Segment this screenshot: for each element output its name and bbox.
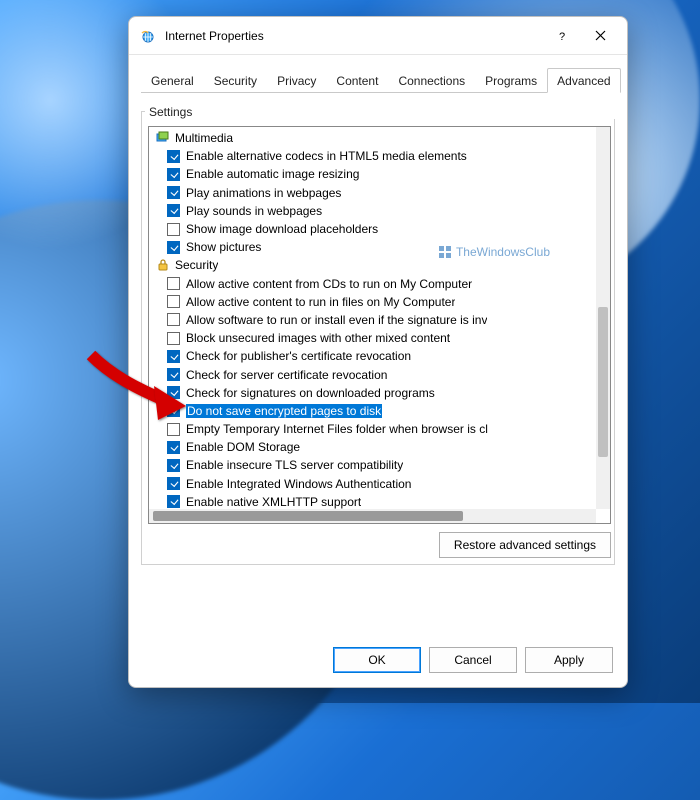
tree-item[interactable]: Check for server certificate revocation xyxy=(149,365,610,383)
tree-item-label: Allow software to run or install even if… xyxy=(186,313,487,327)
tree-item-label: Empty Temporary Internet Files folder wh… xyxy=(186,422,488,436)
tree-item-label: Do not save encrypted pages to disk xyxy=(186,404,382,418)
tree-item-label: Enable insecure TLS server compatibility xyxy=(186,458,403,472)
tab-connections[interactable]: Connections xyxy=(388,68,475,92)
tree-item[interactable]: Check for publisher's certificate revoca… xyxy=(149,347,610,365)
tree-item-label: Check for signatures on downloaded progr… xyxy=(186,386,435,400)
tree-item[interactable]: Allow active content from CDs to run on … xyxy=(149,275,610,293)
checkbox[interactable] xyxy=(167,441,180,454)
tree-item[interactable]: Empty Temporary Internet Files folder wh… xyxy=(149,420,610,438)
tree-item-label: Show pictures xyxy=(186,240,261,254)
tree-item[interactable]: Play sounds in webpages xyxy=(149,202,610,220)
tree-item[interactable]: Enable insecure TLS server compatibility xyxy=(149,456,610,474)
tree-item[interactable]: Allow active content to run in files on … xyxy=(149,293,610,311)
help-button[interactable]: ? xyxy=(543,21,581,51)
security-icon xyxy=(155,257,171,273)
checkbox[interactable] xyxy=(167,404,180,417)
tree-item[interactable]: Enable DOM Storage xyxy=(149,438,610,456)
vertical-scrollbar[interactable] xyxy=(596,127,610,509)
dialog-footer: OK Cancel Apply xyxy=(141,635,615,675)
tree-item-label: Allow active content to run in files on … xyxy=(186,295,455,309)
checkbox[interactable] xyxy=(167,241,180,254)
ok-button[interactable]: OK xyxy=(333,647,421,673)
checkbox[interactable] xyxy=(167,495,180,508)
tab-programs[interactable]: Programs xyxy=(475,68,547,92)
tree-item[interactable]: Enable alternative codecs in HTML5 media… xyxy=(149,147,610,165)
tree-item-label: Enable alternative codecs in HTML5 media… xyxy=(186,149,467,163)
tree-item[interactable]: Allow software to run or install even if… xyxy=(149,311,610,329)
tree-section-multimedia[interactable]: Multimedia xyxy=(149,129,610,147)
settings-tree[interactable]: Multimedia Enable alternative codecs in H… xyxy=(148,126,611,524)
tree-item[interactable]: Enable Integrated Windows Authentication xyxy=(149,475,610,493)
tab-content[interactable]: Content xyxy=(326,68,388,92)
tree-item-label: Enable Integrated Windows Authentication xyxy=(186,477,411,491)
internet-properties-dialog: Internet Properties ? GeneralSecurityPri… xyxy=(128,16,628,688)
svg-text:?: ? xyxy=(559,31,565,42)
tree-item-label: Show image download placeholders xyxy=(186,222,378,236)
checkbox[interactable] xyxy=(167,204,180,217)
titlebar: Internet Properties ? xyxy=(129,17,627,55)
checkbox[interactable] xyxy=(167,313,180,326)
tree-item-label: Play sounds in webpages xyxy=(186,204,322,218)
tab-strip: GeneralSecurityPrivacyContentConnections… xyxy=(141,65,615,93)
window-title: Internet Properties xyxy=(165,29,543,43)
horizontal-scrollbar[interactable] xyxy=(149,509,596,523)
tree-section-security[interactable]: Security xyxy=(149,256,610,274)
checkbox[interactable] xyxy=(167,368,180,381)
internet-options-icon xyxy=(139,27,157,45)
checkbox[interactable] xyxy=(167,386,180,399)
settings-group: Multimedia Enable alternative codecs in H… xyxy=(141,111,615,565)
tab-general[interactable]: General xyxy=(141,68,204,92)
multimedia-icon xyxy=(155,130,171,146)
tree-item[interactable]: Show image download placeholders xyxy=(149,220,610,238)
checkbox[interactable] xyxy=(167,350,180,363)
tab-advanced[interactable]: Advanced xyxy=(547,68,620,93)
tree-item-label: Block unsecured images with other mixed … xyxy=(186,331,450,345)
checkbox[interactable] xyxy=(167,459,180,472)
close-button[interactable] xyxy=(581,21,619,51)
tree-item-label: Check for publisher's certificate revoca… xyxy=(186,349,411,363)
checkbox[interactable] xyxy=(167,277,180,290)
cancel-button[interactable]: Cancel xyxy=(429,647,517,673)
tree-item-label: Allow active content from CDs to run on … xyxy=(186,277,472,291)
apply-button[interactable]: Apply xyxy=(525,647,613,673)
checkbox[interactable] xyxy=(167,295,180,308)
tree-item[interactable]: Play animations in webpages xyxy=(149,184,610,202)
checkbox[interactable] xyxy=(167,223,180,236)
checkbox[interactable] xyxy=(167,150,180,163)
settings-group-label: Settings xyxy=(145,105,615,119)
tree-item[interactable]: Do not save encrypted pages to disk xyxy=(149,402,610,420)
tab-privacy[interactable]: Privacy xyxy=(267,68,326,92)
tree-item-label: Enable automatic image resizing xyxy=(186,167,359,181)
tree-item[interactable]: Check for signatures on downloaded progr… xyxy=(149,384,610,402)
tree-item[interactable]: Enable automatic image resizing xyxy=(149,165,610,183)
horizontal-scroll-thumb[interactable] xyxy=(153,511,463,521)
checkbox[interactable] xyxy=(167,332,180,345)
checkbox[interactable] xyxy=(167,423,180,436)
tree-item[interactable]: Show pictures xyxy=(149,238,610,256)
restore-advanced-settings-button[interactable]: Restore advanced settings xyxy=(439,532,611,558)
tree-item-label: Enable DOM Storage xyxy=(186,440,300,454)
checkbox[interactable] xyxy=(167,186,180,199)
tab-security[interactable]: Security xyxy=(204,68,267,92)
tree-item-label: Play animations in webpages xyxy=(186,186,341,200)
vertical-scroll-thumb[interactable] xyxy=(598,307,608,457)
checkbox[interactable] xyxy=(167,477,180,490)
tree-item-label: Enable native XMLHTTP support xyxy=(186,495,361,509)
tree-item-label: Check for server certificate revocation xyxy=(186,368,387,382)
tree-item[interactable]: Block unsecured images with other mixed … xyxy=(149,329,610,347)
checkbox[interactable] xyxy=(167,168,180,181)
